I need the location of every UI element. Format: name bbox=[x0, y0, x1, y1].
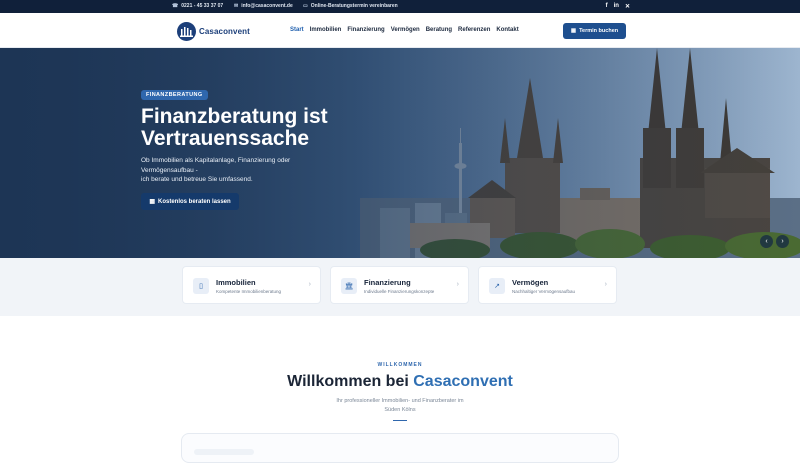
monitor-icon: ▭ bbox=[303, 3, 308, 9]
phone-icon: ☎ bbox=[172, 3, 179, 9]
panel-placeholder bbox=[194, 449, 254, 455]
service-card-finanzierung[interactable]: 🏛 Finanzierung Individuelle Finanzierung… bbox=[330, 266, 469, 304]
nav-item-finanzierung[interactable]: Finanzierung bbox=[347, 27, 384, 33]
service-card-title: Immobilien bbox=[216, 278, 256, 287]
hero-badge: FINANZBERATUNG bbox=[141, 90, 208, 100]
divider-line bbox=[393, 420, 407, 421]
calendar-icon: ▦ bbox=[570, 28, 577, 34]
service-card-title: Vermögen bbox=[512, 278, 549, 287]
nav-item-start[interactable]: Start bbox=[290, 27, 304, 33]
topbar-online-text: Online-Beratungstermin vereinbaren bbox=[310, 3, 398, 9]
top-info-bar: ☎ 0221 - 45 33 37 07 ✉ info@casaconvent.… bbox=[0, 0, 800, 13]
service-card-title: Finanzierung bbox=[364, 278, 411, 287]
hero-title-line-2: Vertrauenssache bbox=[141, 127, 310, 150]
service-card-immobilien[interactable]: ▯ Immobilien Kompetente Immobilienberatu… bbox=[182, 266, 321, 304]
service-card-subtitle: Kompetente Immobilienberatung bbox=[216, 289, 282, 294]
welcome-sub-line-1: Ihr professioneller Immobilien- und Fina… bbox=[336, 398, 464, 404]
free-consultation-button[interactable]: ▦ Kostenlos beraten lassen bbox=[141, 193, 239, 210]
topbar-email[interactable]: ✉ info@casaconvent.de bbox=[234, 3, 293, 9]
welcome-kicker: WILLKOMMEN bbox=[377, 362, 423, 368]
linkedin-icon[interactable]: in bbox=[614, 3, 619, 10]
slider-next-button[interactable]: › bbox=[776, 235, 789, 248]
hero-text-line-2: Vermögensaufbau - bbox=[141, 166, 198, 174]
book-appointment-button[interactable]: ▦ Termin buchen bbox=[563, 23, 626, 39]
building-icon: ▯ bbox=[193, 278, 209, 294]
chevron-right-icon: › bbox=[781, 238, 784, 245]
logo-text: Casaconvent bbox=[199, 27, 250, 36]
welcome-title-accent: Casaconvent bbox=[413, 373, 513, 390]
book-appointment-label: Termin buchen bbox=[579, 28, 619, 34]
chevron-right-icon: › bbox=[456, 281, 459, 288]
chevron-left-icon: ‹ bbox=[765, 238, 768, 245]
content-panel bbox=[181, 433, 619, 463]
welcome-title: Willkommen bei Casaconvent bbox=[0, 373, 800, 391]
chevron-right-icon: › bbox=[308, 281, 311, 288]
topbar-phone[interactable]: ☎ 0221 - 45 33 37 07 bbox=[172, 3, 223, 9]
nav-item-immobilien[interactable]: Immobilien bbox=[310, 27, 342, 33]
slider-prev-button[interactable]: ‹ bbox=[760, 235, 773, 248]
x-icon[interactable]: ✕ bbox=[625, 3, 630, 10]
logo-mark-icon bbox=[177, 22, 196, 41]
welcome-subtitle: Ihr professioneller Immobilien- und Fina… bbox=[320, 397, 480, 414]
bank-icon: 🏛 bbox=[341, 278, 357, 294]
topbar-phone-text: 0221 - 45 33 37 07 bbox=[181, 3, 224, 9]
topbar-email-text: info@casaconvent.de bbox=[241, 3, 293, 9]
nav-item-beratung[interactable]: Beratung bbox=[426, 27, 452, 33]
nav-item-kontakt[interactable]: Kontakt bbox=[496, 27, 518, 33]
mail-icon: ✉ bbox=[234, 3, 239, 9]
topbar-online-appointment[interactable]: ▭ Online-Beratungstermin vereinbaren bbox=[303, 3, 398, 9]
service-cards-section: ▯ Immobilien Kompetente Immobilienberatu… bbox=[0, 258, 800, 316]
social-links: f in ✕ bbox=[606, 3, 630, 10]
calendar-icon: ▦ bbox=[149, 199, 155, 205]
nav-item-referenzen[interactable]: Referenzen bbox=[458, 27, 490, 33]
hero-text-line-1: Ob Immobilien als Kapitalanlage, Finanzi… bbox=[141, 157, 291, 164]
hero-description: Ob Immobilien als Kapitalanlage, Finanzi… bbox=[141, 156, 341, 185]
nav-item-vermoegen[interactable]: Vermögen bbox=[391, 27, 420, 33]
welcome-title-prefix: Willkommen bei bbox=[287, 373, 409, 390]
cologne-skyline-image bbox=[0, 48, 800, 258]
service-card-subtitle: Individuelle Finanzierungskonzepte bbox=[364, 289, 435, 294]
chart-up-icon: ↗ bbox=[489, 278, 505, 294]
hero-section: FINANZBERATUNG Finanzberatung ist Vertra… bbox=[0, 48, 800, 258]
service-card-vermoegen[interactable]: ↗ Vermögen Nachhaltiger Vermögensaufbau … bbox=[478, 266, 617, 304]
facebook-icon[interactable]: f bbox=[606, 3, 608, 10]
chevron-right-icon: › bbox=[604, 281, 607, 288]
nav-menu: Start Immobilien Finanzierung Vermögen B… bbox=[290, 27, 519, 33]
logo[interactable]: Casaconvent bbox=[177, 22, 250, 41]
service-card-subtitle: Nachhaltiger Vermögensaufbau bbox=[512, 289, 576, 294]
hero-title-line-1: Finanzberatung ist bbox=[141, 105, 328, 128]
hero-text-line-3: ich berate und betreue Sie umfassend. bbox=[141, 176, 253, 183]
welcome-sub-line-2: Süden Kölns bbox=[384, 406, 416, 413]
free-consultation-label: Kostenlos beraten lassen bbox=[157, 198, 231, 205]
main-navigation: Casaconvent Start Immobilien Finanzierun… bbox=[0, 13, 800, 48]
hero-title: Finanzberatung ist Vertrauenssache bbox=[141, 106, 401, 150]
